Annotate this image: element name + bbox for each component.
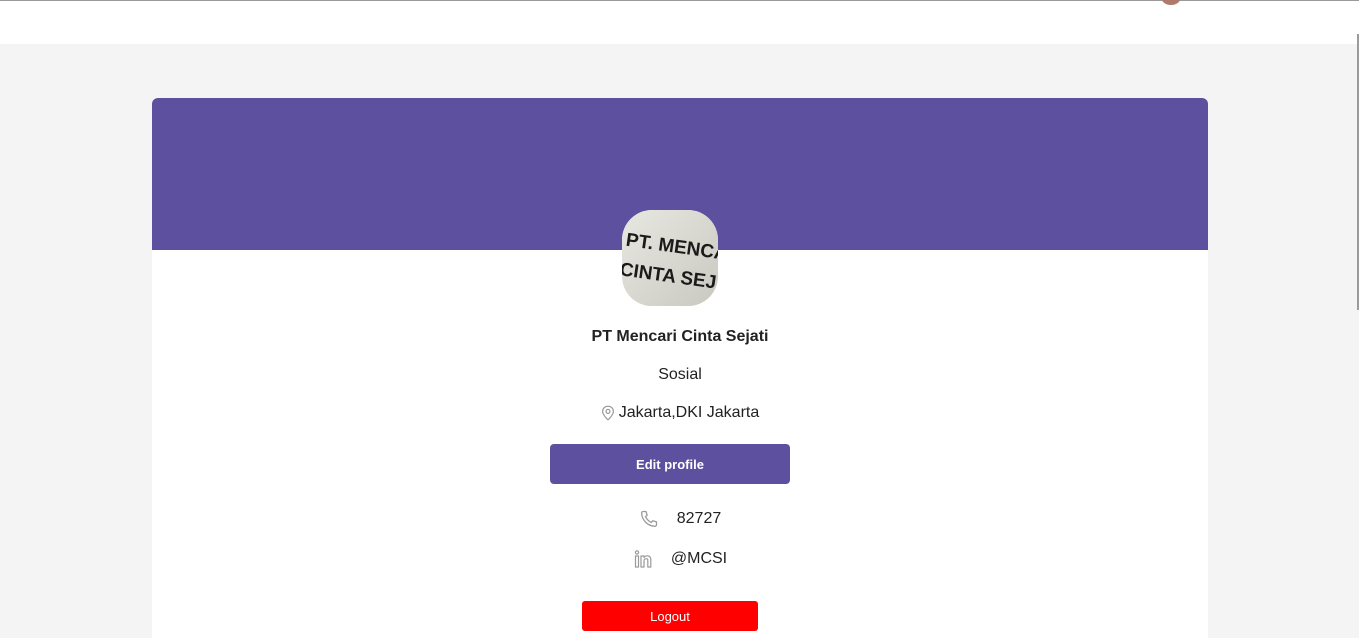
company-avatar: PT. MENCARI CINTA SEJATI xyxy=(622,210,718,306)
phone-number: 82727 xyxy=(676,510,722,527)
edit-profile-button[interactable]: Edit profile xyxy=(550,444,790,484)
linkedin-icon xyxy=(633,549,653,569)
company-logo-image: PT. MENCARI CINTA SEJATI xyxy=(622,210,718,306)
company-industry: Sosial xyxy=(658,366,702,383)
phone-icon xyxy=(639,509,659,529)
company-name: PT Mencari Cinta Sejati xyxy=(591,328,769,345)
linkedin-row: @MCSI xyxy=(152,547,1208,571)
logout-button[interactable]: Logout xyxy=(582,601,758,631)
phone-row: 82727 xyxy=(152,507,1208,531)
map-pin-icon xyxy=(601,405,615,421)
profile-card: PT. MENCARI CINTA SEJATI PT Mencari Cint… xyxy=(152,98,1208,638)
company-location: Jakarta,DKI Jakarta xyxy=(152,404,1208,422)
user-avatar[interactable] xyxy=(1162,0,1180,5)
linkedin-handle: @MCSI xyxy=(670,550,728,567)
location-text: Jakarta,DKI Jakarta xyxy=(618,404,760,421)
top-navbar xyxy=(0,0,1359,44)
